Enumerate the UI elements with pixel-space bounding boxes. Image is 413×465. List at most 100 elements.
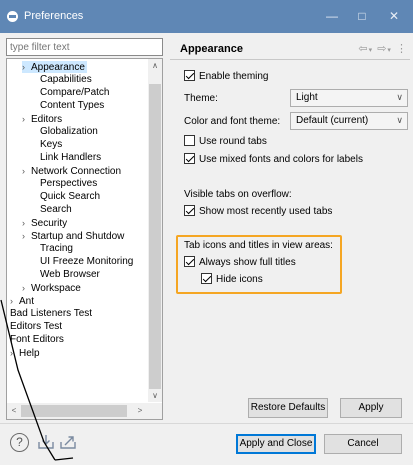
tree-item-search[interactable]: Search: [40, 204, 72, 216]
title-bar: Preferences — □ ✕: [0, 0, 413, 33]
checkbox-label: Show most recently used tabs: [199, 206, 333, 217]
round-tabs-checkbox[interactable]: Use round tabs: [184, 135, 267, 149]
always-full-titles-checkbox[interactable]: Always show full titles: [184, 256, 296, 270]
checkbox-label: Use mixed fonts and colors for labels: [199, 154, 363, 165]
tree-item-compare-patch[interactable]: Compare/Patch: [40, 87, 109, 99]
tree-item-web-browser[interactable]: Web Browser: [40, 269, 100, 281]
tree-item-label: Help: [19, 348, 40, 359]
dialog-footer: ? Apply and Close Cancel: [0, 423, 413, 465]
color-font-theme-label: Color and font theme:: [184, 116, 281, 127]
color-font-theme-select[interactable]: Default (current) ∨: [290, 112, 408, 130]
tree-item-ant[interactable]: › Ant: [10, 295, 34, 307]
visible-tabs-heading: Visible tabs on overflow:: [184, 189, 292, 200]
tree-item-workspace[interactable]: › Workspace: [22, 282, 81, 294]
tree-item-network-connections[interactable]: › Network Connection: [22, 165, 121, 177]
tree-item-label: Editors: [31, 114, 63, 125]
filter-input[interactable]: [6, 38, 163, 56]
tree-item-content-types[interactable]: Content Types: [40, 100, 104, 112]
tree-item-label: Appearance: [31, 62, 85, 73]
expand-arrow-icon[interactable]: ›: [22, 61, 31, 73]
back-icon[interactable]: ⇦: [358, 43, 368, 55]
preference-tree: › Appearance Capabilities Compare/Patch C…: [6, 58, 163, 420]
appearance-page: Enable theming Theme: Light ∨ Color and …: [170, 62, 413, 422]
checkbox-label: Use round tabs: [199, 136, 267, 147]
checkbox-box[interactable]: [184, 205, 195, 216]
tree-item-startup-shutdown[interactable]: › Startup and Shutdow: [22, 230, 124, 242]
tree-item-bad-listeners-test[interactable]: Bad Listeners Test: [10, 308, 92, 320]
show-mru-tabs-checkbox[interactable]: Show most recently used tabs: [184, 205, 332, 219]
page-header: Appearance ⇦▾ ⇨▾ ⋮: [170, 38, 410, 60]
chevron-down-icon: ∨: [396, 92, 403, 102]
tree-item-capabilities[interactable]: Capabilities: [40, 74, 92, 86]
theme-label: Theme:: [184, 93, 218, 104]
restore-defaults-button[interactable]: Restore Defaults: [248, 398, 328, 418]
cancel-button[interactable]: Cancel: [324, 434, 402, 454]
checkbox-label: Always show full titles: [199, 257, 296, 268]
view-menu-icon[interactable]: ⋮: [396, 43, 408, 55]
enable-theming-checkbox[interactable]: Enable theming: [184, 70, 269, 84]
tree-item-quick-search[interactable]: Quick Search: [40, 191, 100, 203]
export-icon[interactable]: [59, 434, 77, 450]
forward-icon[interactable]: ⇨: [377, 43, 387, 55]
page-nav-icons: ⇦▾ ⇨▾ ⋮: [358, 42, 408, 55]
tree-item-editors[interactable]: › Editors: [22, 113, 62, 125]
horizontal-scroll-thumb[interactable]: [21, 405, 127, 417]
expand-arrow-icon[interactable]: ›: [22, 230, 31, 242]
expand-arrow-icon[interactable]: ›: [22, 217, 31, 229]
tree-item-font-editors[interactable]: Font Editors: [10, 334, 64, 346]
expand-arrow-icon[interactable]: ›: [10, 347, 19, 359]
scroll-left-icon[interactable]: <: [7, 405, 21, 417]
tree-item-perspectives[interactable]: Perspectives: [40, 178, 97, 190]
tree-item-tracing[interactable]: Tracing: [40, 243, 73, 255]
mixed-fonts-checkbox[interactable]: Use mixed fonts and colors for labels: [184, 153, 363, 167]
expand-arrow-icon[interactable]: ›: [22, 282, 31, 294]
vertical-scrollbar[interactable]: ∧ ∨: [148, 59, 162, 402]
tree-item-ui-freeze-monitoring[interactable]: UI Freeze Monitoring: [40, 256, 133, 268]
forward-menu-icon[interactable]: ▾: [387, 47, 392, 54]
expand-arrow-icon[interactable]: ›: [10, 295, 19, 307]
theme-select[interactable]: Light ∨: [290, 89, 408, 107]
expand-arrow-icon[interactable]: ›: [22, 165, 31, 177]
checkbox-box[interactable]: [184, 70, 195, 81]
back-menu-icon[interactable]: ▾: [369, 47, 374, 54]
scroll-up-icon[interactable]: ∧: [148, 60, 162, 72]
vertical-scroll-thumb[interactable]: [149, 84, 161, 389]
chevron-down-icon: ∨: [396, 115, 403, 125]
help-icon[interactable]: ?: [10, 433, 29, 452]
theme-select-value: Light: [296, 92, 318, 103]
minimize-icon[interactable]: —: [322, 6, 342, 26]
hide-icons-checkbox[interactable]: Hide icons: [201, 273, 263, 287]
tree-list: › Appearance Capabilities Compare/Patch C…: [7, 59, 148, 402]
tree-item-label: Workspace: [31, 283, 81, 294]
checkbox-box[interactable]: [184, 153, 195, 164]
scroll-down-icon[interactable]: ∨: [148, 390, 162, 402]
tree-item-help[interactable]: › Help: [10, 347, 40, 359]
page-title: Appearance: [180, 43, 243, 55]
apply-and-close-button[interactable]: Apply and Close: [236, 434, 316, 454]
tree-item-globalization[interactable]: Globalization: [40, 126, 98, 138]
maximize-icon[interactable]: □: [352, 6, 372, 26]
tree-item-label: Ant: [19, 296, 35, 307]
horizontal-scrollbar[interactable]: < >: [7, 403, 148, 419]
checkbox-box[interactable]: [201, 273, 212, 284]
tree-item-appearance[interactable]: › Appearance: [22, 61, 87, 73]
close-icon[interactable]: ✕: [384, 6, 404, 26]
checkbox-box[interactable]: [184, 256, 195, 267]
eclipse-icon: [7, 11, 18, 22]
apply-button[interactable]: Apply: [340, 398, 402, 418]
checkbox-box[interactable]: [184, 135, 195, 146]
tree-item-keys[interactable]: Keys: [40, 139, 62, 151]
scroll-right-icon[interactable]: >: [133, 405, 147, 417]
import-icon[interactable]: [37, 434, 55, 450]
tree-item-editors-test[interactable]: Editors Test: [10, 321, 62, 333]
window-title: Preferences: [24, 10, 84, 22]
tree-item-label: Security: [31, 218, 68, 229]
tree-item-label: Startup and Shutdow: [31, 231, 125, 242]
scroll-corner: [148, 403, 162, 419]
checkbox-label: Hide icons: [216, 274, 263, 285]
tree-item-link-handlers[interactable]: Link Handlers: [40, 152, 101, 164]
expand-arrow-icon[interactable]: ›: [22, 113, 31, 125]
tree-item-label: Network Connection: [31, 166, 122, 177]
tab-icons-heading: Tab icons and titles in view areas:: [184, 240, 333, 251]
tree-item-security[interactable]: › Security: [22, 217, 67, 229]
